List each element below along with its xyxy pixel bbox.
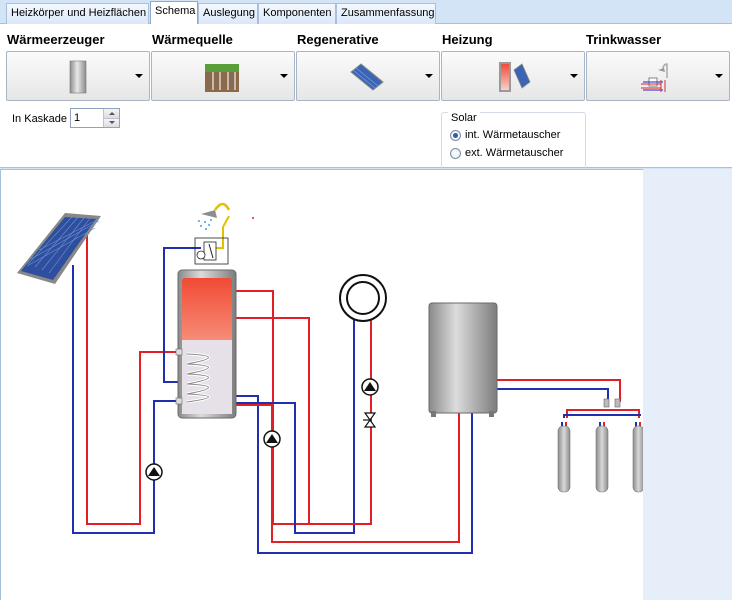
chevron-down-icon — [280, 74, 288, 78]
boiler-icon — [69, 60, 87, 94]
shower-icon — [641, 63, 668, 92]
stepper-up-button[interactable] — [103, 109, 119, 118]
kaskade-label: In Kaskade — [12, 113, 68, 125]
tab-komponenten[interactable]: Komponenten — [258, 3, 336, 24]
right-sidebar — [643, 169, 732, 600]
waermeerzeuger-dropdown[interactable] — [6, 51, 150, 101]
chevron-down-icon — [425, 74, 433, 78]
waermequelle-dropdown[interactable] — [151, 51, 295, 101]
buffer-tank-icon — [499, 62, 531, 92]
stepper-down-button[interactable] — [103, 118, 119, 127]
tab-zusammenfassung[interactable]: Zusammenfassung — [336, 3, 436, 24]
tab-label: Schema — [155, 5, 196, 17]
pump-icon[interactable] — [145, 463, 163, 481]
app-window: Heizkörper und Heizflächen Schema Ausleg… — [0, 0, 732, 600]
chevron-down-icon — [135, 74, 143, 78]
group-title-regenerative: Regenerative — [297, 32, 379, 47]
regenerative-dropdown[interactable] — [296, 51, 440, 101]
kaskade-stepper[interactable]: 1 — [70, 108, 120, 128]
circulation-ring[interactable] — [339, 274, 387, 322]
tab-schema[interactable]: Schema — [150, 1, 198, 25]
valve-icon[interactable] — [363, 412, 377, 428]
component-panel: Wärmeerzeuger Wärmequelle Regenerative H… — [0, 24, 732, 184]
radio-ext-waermetauscher[interactable] — [450, 147, 461, 159]
solar-panel-icon — [350, 63, 384, 91]
hot-water-storage-tank[interactable] — [175, 269, 237, 419]
boiler-unit[interactable] — [428, 302, 498, 417]
solar-option-ext[interactable]: ext. Wärmetauscher — [450, 146, 563, 160]
group-title-trinkwasser: Trinkwasser — [586, 32, 662, 47]
kaskade-value[interactable]: 1 — [74, 112, 80, 124]
radio-int-waermetauscher[interactable] — [450, 129, 461, 141]
heizung-dropdown[interactable] — [441, 51, 585, 101]
tab-strip: Heizkörper und Heizflächen Schema Ausleg… — [0, 0, 732, 25]
tab-auslegung[interactable]: Auslegung — [198, 3, 258, 24]
radiator-group[interactable] — [557, 398, 644, 493]
hydraulic-schema — [17, 202, 644, 554]
tab-heizkoerper[interactable]: Heizkörper und Heizflächen — [6, 3, 149, 24]
pump-icon[interactable] — [361, 378, 379, 396]
ground-source-icon — [205, 64, 239, 92]
radio-label: ext. Wärmetauscher — [465, 147, 564, 159]
tab-label: Auslegung — [203, 7, 255, 19]
group-title-waermequelle: Wärmequelle — [152, 32, 233, 47]
chevron-down-icon — [570, 74, 578, 78]
solar-title: Solar — [448, 112, 480, 124]
solar-collector[interactable] — [17, 213, 101, 284]
group-title-heizung: Heizung — [442, 32, 493, 47]
chevron-down-icon — [715, 74, 723, 78]
solar-option-int[interactable]: int. Wärmetauscher — [450, 128, 560, 142]
tab-label: Zusammenfassung — [341, 7, 435, 19]
radio-label: int. Wärmetauscher — [465, 129, 561, 141]
tab-label: Komponenten — [263, 7, 332, 19]
group-title-waermeerzeuger: Wärmeerzeuger — [7, 32, 105, 47]
schema-canvas[interactable] — [0, 169, 644, 600]
trinkwasser-dropdown[interactable] — [586, 51, 730, 101]
tab-label: Heizkörper und Heizflächen — [11, 7, 147, 19]
pump-icon[interactable] — [263, 430, 281, 448]
